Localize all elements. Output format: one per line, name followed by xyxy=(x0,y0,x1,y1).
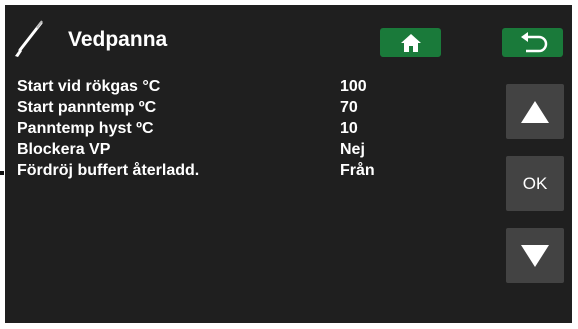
setting-value: 10 xyxy=(340,120,358,137)
setting-label: Start panntemp ºC xyxy=(17,99,157,116)
setting-value: Nej xyxy=(340,141,365,158)
setting-label: Start vid rökgas °C xyxy=(17,78,161,95)
header-bar: Vedpanna xyxy=(5,5,572,65)
setting-row-panntemp-hyst[interactable]: Panntemp hyst ºC 10 xyxy=(17,119,397,140)
edge-marker xyxy=(0,171,4,175)
down-arrow-icon xyxy=(521,244,549,267)
setting-row-start-panntemp[interactable]: Start panntemp ºC 70 xyxy=(17,98,397,119)
ok-button[interactable]: OK xyxy=(506,156,564,211)
setting-label: Blockera VP xyxy=(17,141,111,158)
setting-value: 100 xyxy=(340,78,367,95)
settings-list: Start vid rökgas °C 100 Start panntemp º… xyxy=(17,77,397,182)
ok-label: OK xyxy=(522,173,548,193)
page-title: Vedpanna xyxy=(68,28,168,51)
wood-tool-icon xyxy=(11,19,47,59)
setting-row-blockera-vp[interactable]: Blockera VP Nej xyxy=(17,140,397,161)
back-arrow-icon xyxy=(520,31,547,52)
back-button[interactable] xyxy=(502,28,563,57)
setting-value: Från xyxy=(340,162,375,179)
home-button[interactable] xyxy=(380,28,441,57)
setting-value: 70 xyxy=(340,99,358,116)
scroll-up-button[interactable] xyxy=(506,84,564,139)
setting-label: Panntemp hyst ºC xyxy=(17,120,154,137)
setting-row-fordroj-buffert[interactable]: Fördröj buffert återladd. Från xyxy=(17,161,397,182)
up-arrow-icon xyxy=(521,100,549,123)
setting-row-start-rokgas[interactable]: Start vid rökgas °C 100 xyxy=(17,77,397,98)
control-panel-screen: Vedpanna Start vid rökgas °C 100 Start p… xyxy=(5,5,572,323)
setting-label: Fördröj buffert återladd. xyxy=(17,162,200,179)
scroll-down-button[interactable] xyxy=(506,228,564,283)
home-icon xyxy=(400,33,421,52)
